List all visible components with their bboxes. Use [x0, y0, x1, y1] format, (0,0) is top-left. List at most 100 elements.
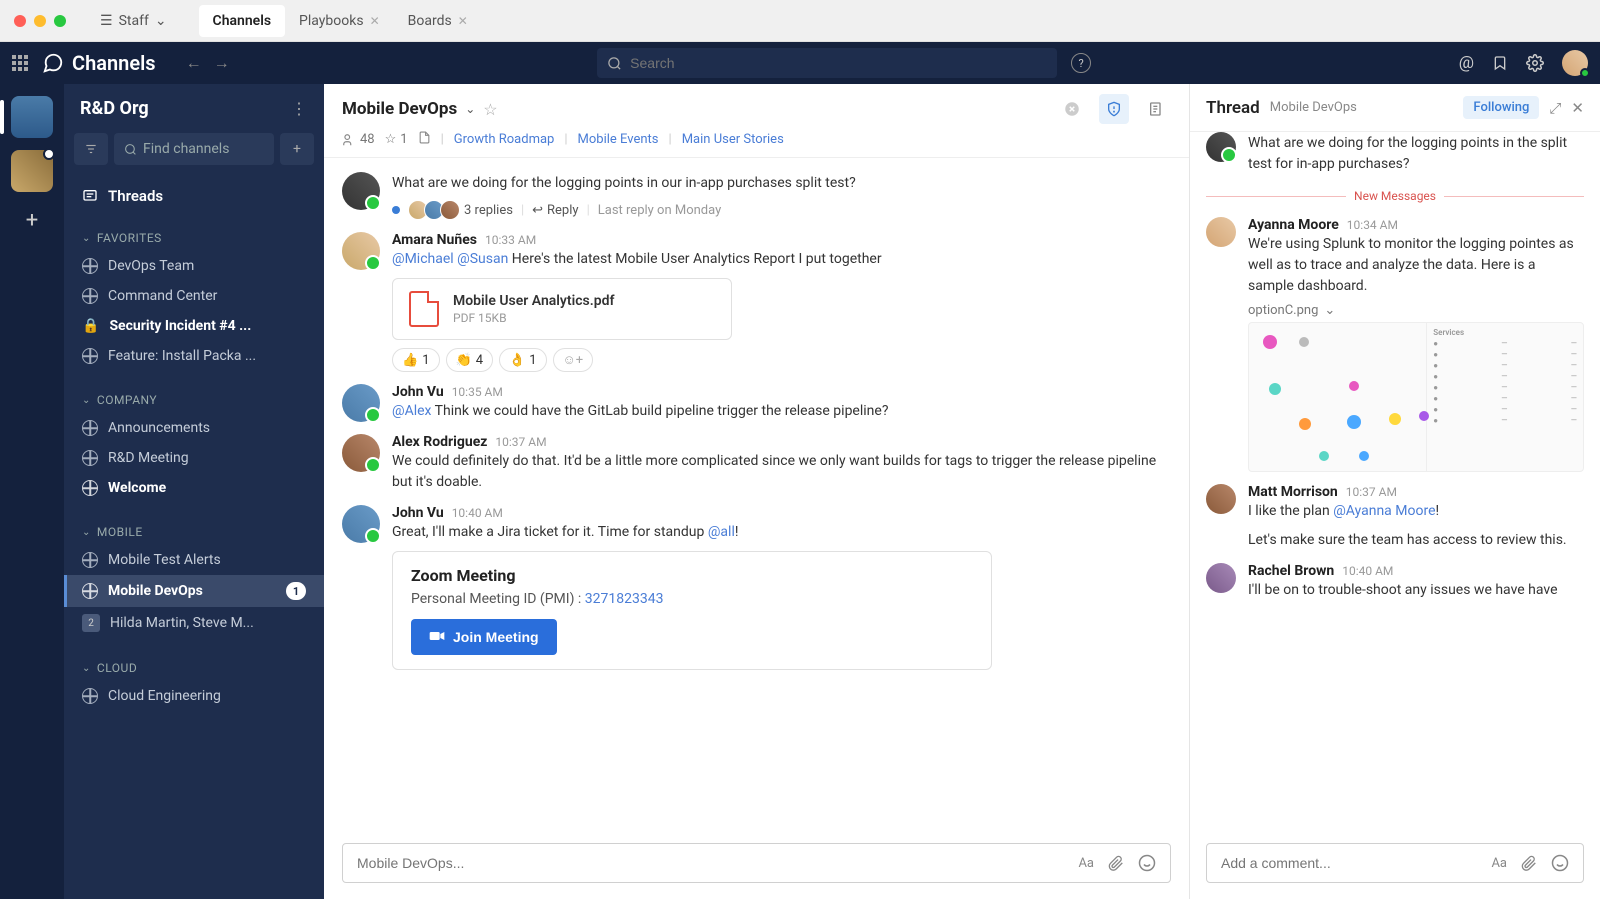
find-channels-input[interactable]: Find channels	[114, 133, 274, 165]
emoji-icon[interactable]	[1551, 854, 1569, 872]
maximize-window-button[interactable]	[54, 15, 66, 27]
formatting-button[interactable]: Aa	[1078, 856, 1094, 871]
sidebar-threads[interactable]: Threads	[64, 175, 324, 217]
thread-composer[interactable]: Aa	[1206, 843, 1584, 883]
add-channel-button[interactable]: +	[280, 133, 314, 165]
thread-channel-name[interactable]: Mobile DevOps	[1270, 100, 1357, 115]
avatar[interactable]	[342, 384, 380, 422]
section-header-cloud[interactable]: ⌄CLOUD	[64, 655, 324, 681]
sidebar-item-command-center[interactable]: Command Center	[64, 281, 324, 311]
channel-video-button[interactable]	[1057, 94, 1087, 124]
user-avatar[interactable]	[1562, 50, 1588, 76]
sidebar-item-mobile-test-alerts[interactable]: Mobile Test Alerts	[64, 545, 324, 575]
sidebar-item-rd-meeting[interactable]: R&D Meeting	[64, 443, 324, 473]
following-badge[interactable]: Following	[1463, 96, 1539, 119]
section-header-company[interactable]: ⌄COMPANY	[64, 387, 324, 413]
mentions-icon[interactable]: @	[1459, 53, 1474, 73]
avatar[interactable]	[342, 232, 380, 270]
message-composer[interactable]: Aa	[342, 843, 1171, 883]
sidebar-item-announcements[interactable]: Announcements	[64, 413, 324, 443]
header-link-events[interactable]: Mobile Events	[578, 132, 659, 147]
reaction-button[interactable]: 👌1	[499, 348, 547, 372]
tab-channels[interactable]: Channels	[199, 5, 286, 37]
apps-grid-icon[interactable]	[12, 55, 28, 71]
header-link-stories[interactable]: Main User Stories	[682, 132, 784, 147]
section-header-favorites[interactable]: ⌄FAVORITES	[64, 225, 324, 251]
mention[interactable]: @all	[708, 524, 735, 540]
formatting-button[interactable]: Aa	[1491, 856, 1507, 871]
channel-files-button[interactable]	[1141, 94, 1171, 124]
composer-input[interactable]	[357, 855, 1078, 871]
channel-title[interactable]: Mobile DevOps	[342, 99, 457, 119]
expand-icon[interactable]: ⤢	[1549, 99, 1561, 117]
dashboard-image-preview[interactable]: Services ●—— ●—— ●—— ●—— ●—— ●—— ●—— ●——	[1248, 322, 1584, 472]
sidebar-item-dm-hilda-steve[interactable]: 2Hilda Martin, Steve M...	[64, 607, 324, 639]
attachment-name-row[interactable]: optionC.png ⌄	[1248, 303, 1584, 318]
add-server-button[interactable]: +	[16, 204, 48, 236]
thread-composer-input[interactable]	[1221, 855, 1491, 871]
sidebar-item-mobile-devops[interactable]: Mobile DevOps1	[64, 575, 324, 607]
avatar[interactable]	[1206, 484, 1236, 514]
join-meeting-button[interactable]: Join Meeting	[411, 619, 557, 655]
avatar[interactable]	[1206, 563, 1236, 593]
thread-title: Thread	[1206, 98, 1260, 118]
back-button[interactable]: ←	[186, 53, 202, 73]
section-header-mobile[interactable]: ⌄MOBILE	[64, 519, 324, 545]
sidebar-search-row: Find channels +	[64, 133, 324, 175]
sidebar-item-security-incident[interactable]: 🔒Security Incident #4 ...	[64, 311, 324, 341]
filter-button[interactable]	[74, 133, 108, 165]
reaction-button[interactable]: 👍1	[392, 348, 440, 372]
mention[interactable]: @Alex	[392, 403, 431, 419]
star-outline-icon[interactable]: ☆	[483, 100, 497, 119]
channel-header: Mobile DevOps ⌄ ☆ 48 ☆1 | Growth Roadmap…	[324, 84, 1189, 158]
minimize-window-button[interactable]	[34, 15, 46, 27]
header-link-growth[interactable]: Growth Roadmap	[454, 132, 555, 147]
channel-shield-button[interactable]	[1099, 94, 1129, 124]
tab-boards[interactable]: Boards✕	[394, 5, 482, 37]
close-icon[interactable]: ✕	[458, 14, 468, 28]
help-icon[interactable]: ?	[1071, 53, 1091, 73]
close-window-button[interactable]	[14, 15, 26, 27]
chevron-down-icon[interactable]: ⌄	[465, 102, 475, 116]
emoji-icon[interactable]	[1138, 854, 1156, 872]
avatar[interactable]	[1206, 217, 1236, 247]
avatar[interactable]	[342, 172, 380, 210]
sidebar-item-welcome[interactable]: Welcome	[64, 473, 324, 503]
sidebar-item-devops-team[interactable]: DevOps Team	[64, 251, 324, 281]
search-input[interactable]	[630, 55, 1047, 71]
zoom-id-link[interactable]: 3271823343	[585, 591, 664, 607]
pinned-count[interactable]: ☆1	[385, 132, 408, 147]
server-tile-2[interactable]	[11, 150, 53, 192]
close-icon[interactable]: ✕	[370, 14, 380, 28]
tab-playbooks[interactable]: Playbooks✕	[285, 5, 394, 37]
doc-icon[interactable]	[418, 130, 431, 149]
attachment-icon[interactable]	[1521, 855, 1537, 872]
thread-root-message: What are we doing for the logging points…	[1206, 132, 1584, 181]
staff-dropdown[interactable]: ☰ Staff ⌄	[88, 9, 179, 33]
thread-summary[interactable]: 3 replies | ↩ Reply | Last reply on Mond…	[392, 200, 1171, 220]
bookmark-icon[interactable]	[1492, 54, 1508, 72]
attachment-icon[interactable]	[1108, 855, 1124, 872]
avatar[interactable]	[1206, 132, 1236, 162]
file-attachment[interactable]: Mobile User Analytics.pdf PDF 15KB	[392, 278, 732, 340]
unread-badge: 1	[286, 582, 306, 600]
mention[interactable]: @Michael @Susan	[392, 251, 508, 267]
forward-button[interactable]: →	[214, 53, 230, 73]
threads-icon	[82, 188, 98, 204]
members-count[interactable]: 48	[342, 132, 375, 147]
server-tile-1[interactable]	[11, 96, 53, 138]
add-reaction-button[interactable]: ☺+	[553, 348, 594, 372]
sidebar-item-feature-install[interactable]: Feature: Install Packa ...	[64, 341, 324, 371]
mention[interactable]: @Ayanna Moore	[1333, 503, 1435, 519]
global-search[interactable]	[597, 48, 1057, 78]
message-text: Great, I'll make a Jira ticket for it. T…	[392, 522, 1171, 543]
gear-icon[interactable]	[1526, 54, 1544, 72]
avatar[interactable]	[342, 434, 380, 472]
close-icon[interactable]: ✕	[1571, 99, 1584, 117]
thread-reply-button[interactable]: ↩ Reply	[532, 203, 578, 218]
zoom-meeting-id: Personal Meeting ID (PMI) : 3271823343	[411, 591, 973, 607]
more-vertical-icon[interactable]: ⋮	[291, 99, 308, 118]
reaction-button[interactable]: 👏4	[446, 348, 494, 372]
avatar[interactable]	[342, 505, 380, 543]
sidebar-item-cloud-engineering[interactable]: Cloud Engineering	[64, 681, 324, 711]
